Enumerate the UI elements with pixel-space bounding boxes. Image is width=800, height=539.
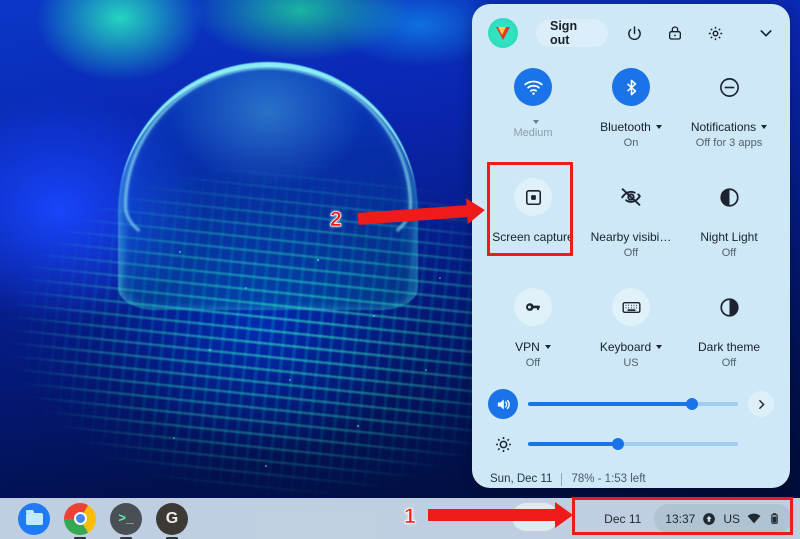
- power-icon[interactable]: [620, 17, 648, 49]
- wifi-icon: [747, 512, 761, 526]
- tile-keyboard-sub: US: [623, 357, 639, 369]
- chevron-down-icon[interactable]: [532, 120, 539, 124]
- tile-keyboard[interactable]: Keyboard US: [582, 278, 680, 384]
- brightness-slider-row: [482, 424, 780, 464]
- volume-slider-knob[interactable]: [685, 398, 698, 410]
- tile-screen-capture[interactable]: Screen capture: [484, 168, 582, 274]
- annotation-marker-2: 2: [330, 208, 342, 232]
- screen-capture-icon: [514, 178, 552, 216]
- update-available-icon: [702, 512, 716, 526]
- terminal-icon: >_: [118, 511, 134, 526]
- shelf-app-terminal[interactable]: >_: [110, 502, 142, 539]
- annotation-marker-1: 1: [404, 505, 416, 529]
- brightness-icon: [488, 429, 518, 459]
- tile-network[interactable]: Medium: [484, 58, 582, 164]
- gear-icon[interactable]: [701, 17, 729, 49]
- tile-bluetooth[interactable]: Bluetooth On: [582, 58, 680, 164]
- key-icon: [514, 288, 552, 326]
- tile-network-sub: Medium: [513, 127, 553, 139]
- wifi-icon: [514, 68, 552, 106]
- chevron-down-icon[interactable]: [761, 125, 768, 129]
- shelf-app-gmail[interactable]: G: [156, 502, 188, 539]
- tile-dark-theme[interactable]: Dark theme Off: [680, 278, 778, 384]
- quick-settings-footer: Sun, Dec 11 78% - 1:53 left: [482, 464, 780, 494]
- tile-bluetooth-sub: On: [623, 137, 639, 149]
- tile-notifications-sub: Off for 3 apps: [695, 137, 763, 149]
- tile-keyboard-label: Keyboard: [600, 340, 663, 354]
- tile-vpn-label: VPN: [515, 340, 551, 354]
- chevron-down-icon[interactable]: [752, 17, 780, 49]
- tile-night-light-sub: Off: [721, 247, 737, 259]
- volume-icon[interactable]: [488, 389, 518, 419]
- night-light-icon: [710, 178, 748, 216]
- tile-bluetooth-label: Bluetooth: [600, 120, 662, 134]
- eye-off-icon: [612, 178, 650, 216]
- battery-icon: [768, 512, 781, 525]
- brightness-slider-knob[interactable]: [612, 438, 625, 450]
- tile-night-light[interactable]: Night Light Off: [680, 168, 778, 274]
- dark-theme-icon: [710, 288, 748, 326]
- chevron-down-icon[interactable]: [656, 345, 663, 349]
- tile-night-light-label: Night Light: [700, 230, 758, 244]
- chevron-down-icon[interactable]: [544, 345, 551, 349]
- tile-screen-capture-label: Screen capture: [492, 230, 574, 244]
- brightness-slider[interactable]: [528, 438, 738, 450]
- bluetooth-icon: [612, 68, 650, 106]
- do-not-disturb-icon: [710, 68, 748, 106]
- tile-network-label: [528, 120, 539, 124]
- sign-out-button[interactable]: Sign out: [536, 19, 609, 47]
- avatar[interactable]: [488, 18, 518, 48]
- tile-vpn[interactable]: VPN Off: [484, 278, 582, 384]
- chrome-icon: [73, 512, 87, 525]
- tray-time: 13:37: [665, 511, 696, 526]
- shelf-app-list: >_ G: [0, 502, 188, 539]
- tray-status-pod[interactable]: 13:37 US: [654, 504, 792, 533]
- tile-nearby-visibility-sub: Off: [623, 247, 639, 259]
- quick-settings-panel: Sign out Medium Bluetooth On Notificatio…: [472, 4, 790, 488]
- panel-date: Sun, Dec 11: [490, 473, 553, 485]
- tile-notifications[interactable]: Notifications Off for 3 apps: [680, 58, 778, 164]
- lock-icon[interactable]: [661, 17, 689, 49]
- chromeos-desktop: Sign out Medium Bluetooth On Notificatio…: [0, 0, 800, 539]
- tile-dark-theme-label: Dark theme: [697, 340, 761, 354]
- tray-keyboard-layout: US: [723, 511, 740, 526]
- annotation-arrow-1: [428, 509, 556, 521]
- status-tray: Dec 11 13:37 US: [593, 504, 792, 533]
- quick-settings-header: Sign out: [482, 10, 780, 56]
- g-icon: G: [165, 509, 179, 527]
- avatar-bird-icon: [496, 26, 510, 40]
- shelf-app-files[interactable]: [18, 502, 50, 535]
- footer-divider: [561, 472, 563, 486]
- tile-nearby-visibility[interactable]: Nearby visibi… Off: [582, 168, 680, 274]
- panel-battery-status: 78% - 1:53 left: [571, 473, 646, 485]
- keyboard-icon: [612, 288, 650, 326]
- shelf-app-chrome[interactable]: [64, 502, 96, 539]
- tile-notifications-label: Notifications: [691, 120, 768, 134]
- tile-nearby-visibility-label: Nearby visibi…: [590, 230, 672, 244]
- volume-slider-row: [482, 384, 780, 424]
- tile-dark-theme-sub: Off: [721, 357, 737, 369]
- chevron-down-icon[interactable]: [655, 125, 662, 129]
- tile-vpn-sub: Off: [525, 357, 541, 369]
- sign-out-label: Sign out: [550, 19, 578, 47]
- tray-date: Dec 11: [604, 511, 642, 526]
- tray-date-pod[interactable]: Dec 11: [593, 504, 652, 533]
- files-icon: [25, 509, 43, 525]
- chevron-right-icon[interactable]: [748, 391, 774, 417]
- volume-slider[interactable]: [528, 398, 738, 410]
- quick-settings-tile-grid: Medium Bluetooth On Notifications Off fo…: [482, 58, 780, 384]
